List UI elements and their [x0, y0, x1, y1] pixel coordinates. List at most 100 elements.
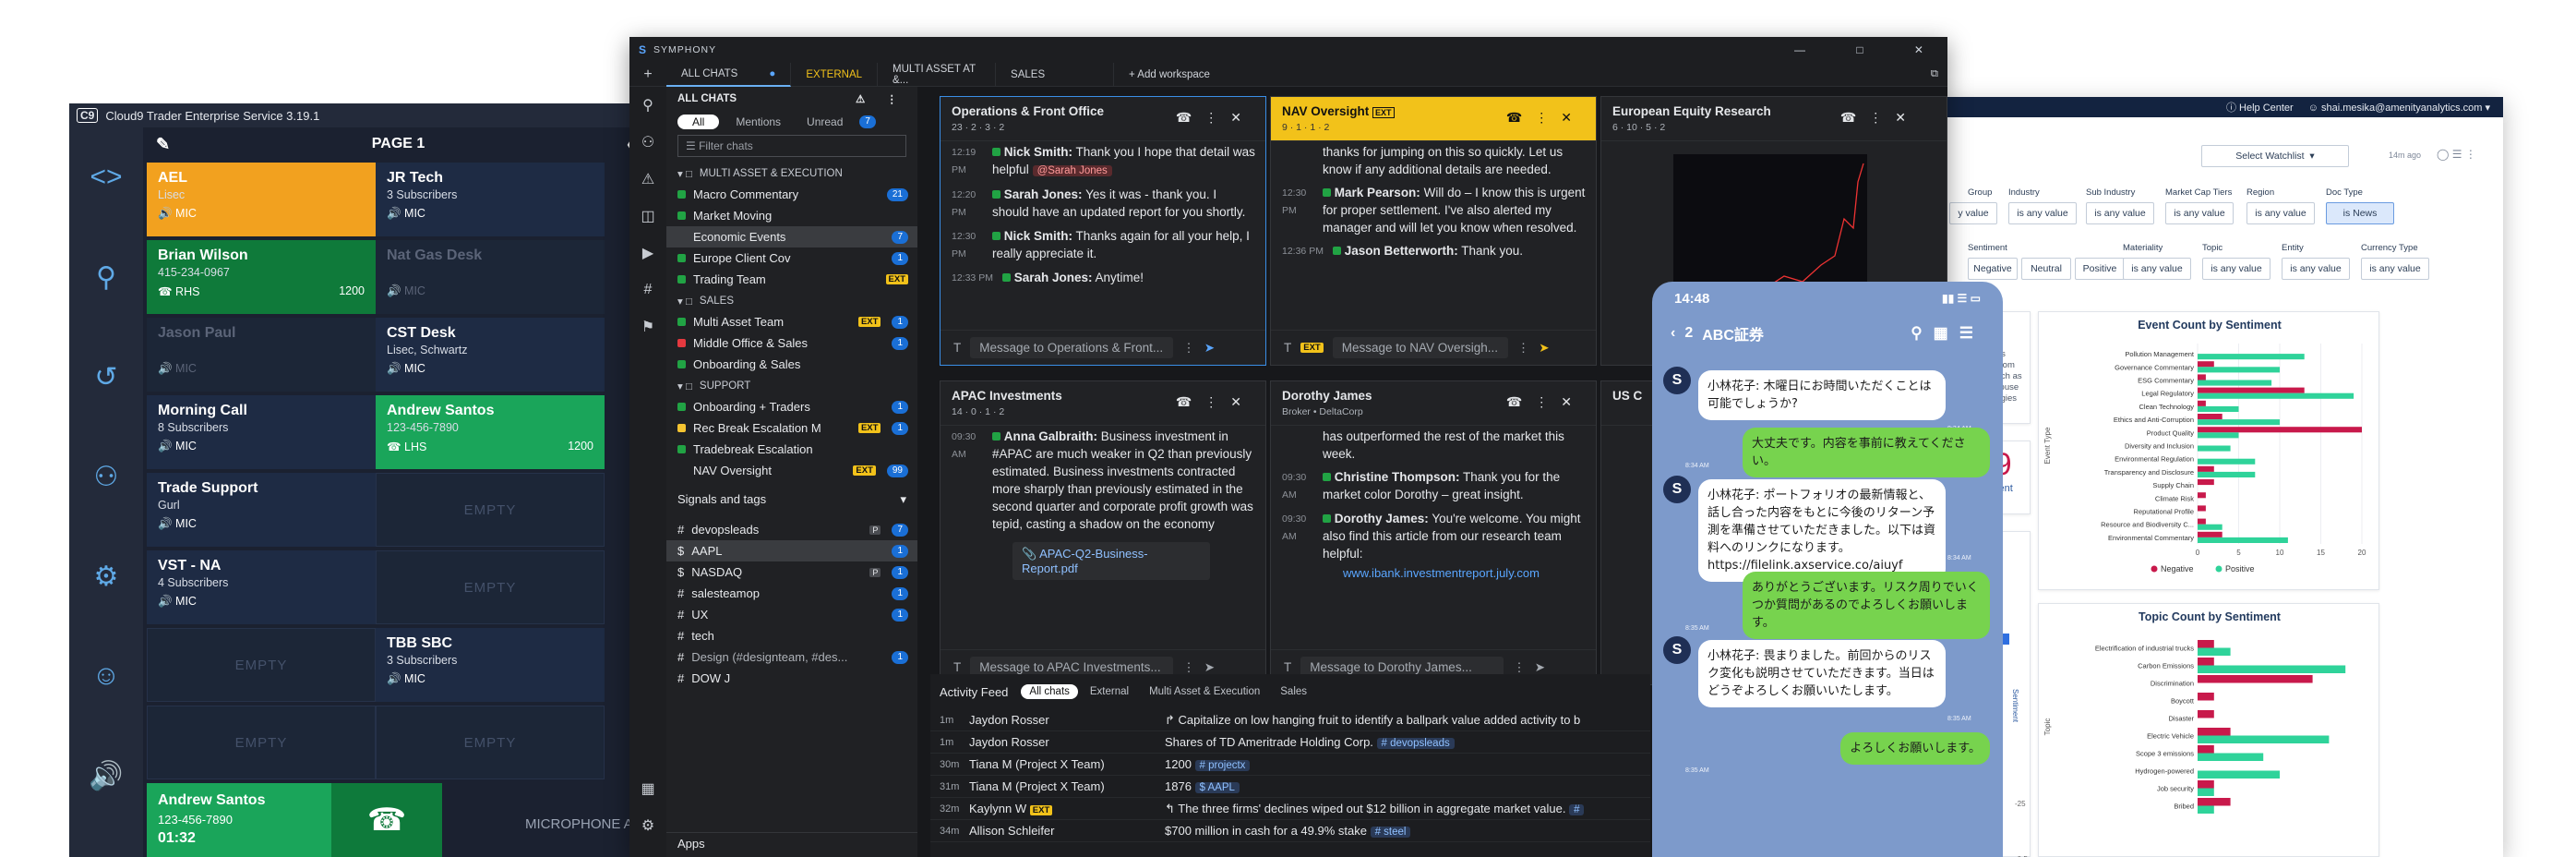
- filter-value[interactable]: is any value: [2282, 258, 2350, 280]
- pane-controls-icon[interactable]: ☎⋮✕: [1506, 110, 1585, 126]
- filter-value[interactable]: is any value: [2361, 258, 2429, 280]
- feed-row[interactable]: 1m Jaydon Rosser ↱ Capitalize on low hangi…: [930, 709, 1650, 731]
- apps-grid-icon[interactable]: ▦: [629, 770, 666, 807]
- filter-value[interactable]: is any value: [2247, 202, 2315, 224]
- more-icon[interactable]: ⋮: [1182, 660, 1195, 675]
- hashtag-icon[interactable]: #: [629, 272, 666, 308]
- sentiment-option[interactable]: Positive: [2075, 258, 2125, 280]
- feed-tab[interactable]: All chats: [1021, 684, 1078, 699]
- workspace-tab-all[interactable]: ALL CHATS ●: [666, 62, 792, 87]
- send-icon[interactable]: ➤: [1204, 341, 1215, 356]
- chat-list-item[interactable]: Market Moving: [666, 205, 917, 226]
- edit-icon[interactable]: ✎: [156, 135, 170, 154]
- watchlist-select[interactable]: Select Watchlist ▾: [2201, 145, 2349, 167]
- filter-mentions[interactable]: Mentions: [726, 115, 790, 129]
- user-add-icon[interactable]: ☺: [69, 626, 143, 726]
- user-menu[interactable]: ☺ shai.mesika@amenityanalytics.com ▾: [2308, 102, 2490, 114]
- more-icon[interactable]: ⋮: [1182, 341, 1195, 356]
- chat-list-item[interactable]: Macro Commentary 21: [666, 184, 917, 205]
- format-text-icon[interactable]: T: [1284, 660, 1291, 674]
- signal-item[interactable]: # DOW J: [666, 668, 917, 689]
- speaker-icon[interactable]: 🔊: [69, 726, 143, 826]
- pane-controls-icon[interactable]: ☎⋮✕: [1840, 110, 1919, 126]
- filter-unread[interactable]: Unread: [797, 115, 852, 129]
- gear-icon[interactable]: ⚙: [69, 526, 143, 626]
- chat-list-item[interactable]: Europe Client Cov 1: [666, 247, 917, 269]
- bookmark-icon[interactable]: ⚑: [629, 308, 666, 345]
- empty-slot[interactable]: EMPTY: [376, 473, 605, 547]
- signal-item[interactable]: # salesteamop 1: [666, 583, 917, 604]
- filter-value[interactable]: is any value: [2123, 258, 2191, 280]
- chat-list-item[interactable]: NAV Oversight EXT 99: [666, 460, 917, 481]
- feed-tab[interactable]: External: [1082, 684, 1137, 699]
- search-icon[interactable]: ⚲: [69, 227, 143, 327]
- chat-list-item[interactable]: Onboarding + Traders 1: [666, 396, 917, 417]
- send-icon[interactable]: ➤: [1539, 341, 1549, 356]
- filter-value[interactable]: is News: [2326, 202, 2394, 224]
- active-call-panel[interactable]: Andrew Santos 123-456-7890 01:32: [147, 783, 331, 857]
- back-chevron-icon[interactable]: ‹: [1671, 325, 1675, 342]
- signal-item[interactable]: # devopsleads P 7: [666, 519, 917, 540]
- code-nav-icon[interactable]: <>: [69, 127, 143, 227]
- workspace-tab-sales[interactable]: SALES: [996, 62, 1115, 87]
- sidebar-bell-more-icon[interactable]: ⚠ ⋮: [856, 92, 906, 105]
- article-link[interactable]: www.ibank.investmentreport.july.com: [1343, 566, 1596, 580]
- chat-list-item[interactable]: Multi Asset Team EXT 1: [666, 311, 917, 332]
- sidebar-section-header[interactable]: ▾ □ SUPPORT: [666, 375, 917, 396]
- signal-item[interactable]: # Design (#designteam, #des... 1: [666, 646, 917, 668]
- feed-row[interactable]: 32m Kaylynn W EXT ↰ The three firms' decli…: [930, 798, 1650, 820]
- sentiment-option[interactable]: Neutral: [2021, 258, 2071, 280]
- workspace-tab-multiasset[interactable]: MULTI ASSET AT &...: [878, 62, 997, 87]
- filter-value[interactable]: is any value: [2165, 202, 2234, 224]
- mention-tag[interactable]: @Sarah Jones: [1032, 165, 1112, 176]
- empty-slot[interactable]: EMPTY: [147, 628, 376, 702]
- settings-icon[interactable]: ⚙: [629, 807, 666, 844]
- signals-header[interactable]: Signals and tags ▾: [666, 489, 917, 510]
- feed-tab[interactable]: Multi Asset & Execution: [1141, 684, 1268, 699]
- bell-icon[interactable]: ⚠: [629, 161, 666, 198]
- sidebar-section-header[interactable]: ▾ □ MULTI ASSET & EXECUTION: [666, 163, 917, 184]
- signal-item[interactable]: # tech: [666, 625, 917, 646]
- filter-value[interactable]: is any value: [2008, 202, 2077, 224]
- line-tile[interactable]: JR Tech 3 Subscribers 🔊 MIC: [376, 163, 605, 236]
- more-icon[interactable]: ⋮: [1513, 660, 1526, 675]
- line-tile[interactable]: VST - NA 4 Subscribers 🔊 MIC: [147, 550, 376, 624]
- line-tile[interactable]: Jason Paul 🔊 MIC: [147, 318, 376, 392]
- chat-list-item[interactable]: Rec Break Escalation M EXT 1: [666, 417, 917, 439]
- pane-controls-icon[interactable]: ☎⋮✕: [1506, 394, 1585, 410]
- window-controls-icon[interactable]: — □ ✕: [1794, 43, 1947, 56]
- signal-item[interactable]: # UX 1: [666, 604, 917, 625]
- phone-header-icons[interactable]: ⚲▦☰: [1911, 324, 1984, 343]
- feed-row[interactable]: 30m Tiana M (Project X Team) 1200 # projec…: [930, 754, 1650, 776]
- file-attachment[interactable]: 📎 APAC-Q2-Business-Report.pdf: [1012, 542, 1210, 580]
- chat-list-item[interactable]: Onboarding & Sales: [666, 354, 917, 375]
- send-icon[interactable]: ➤: [1204, 660, 1215, 675]
- empty-slot[interactable]: EMPTY: [376, 550, 605, 624]
- feed-tag[interactable]: $ AAPL: [1194, 782, 1240, 793]
- line-tile[interactable]: CST Desk Lisec, Schwartz 🔊 MIC: [376, 318, 605, 392]
- chat-list-item[interactable]: Trading Team EXT: [666, 269, 917, 290]
- line-tile[interactable]: Nat Gas Desk 🔊 MIC: [376, 240, 605, 314]
- feed-row[interactable]: 31m Tiana M (Project X Team) 1876 $ AAPL: [930, 776, 1650, 798]
- line-tile[interactable]: Brian Wilson 415-234-0967 ☎ RHS 1200: [147, 240, 376, 314]
- message-input[interactable]: T EXT Message to NAV Oversigh... ⋮ ➤: [1271, 330, 1596, 365]
- line-tile[interactable]: Trade Support Gurl 🔊 MIC: [147, 473, 376, 547]
- pane-controls-icon[interactable]: ☎⋮✕: [1176, 394, 1254, 410]
- popout-icon[interactable]: ⧉: [1931, 68, 1938, 80]
- feed-tag[interactable]: # devopsleads: [1376, 738, 1455, 749]
- send-icon[interactable]: ➤: [1535, 660, 1545, 675]
- format-text-icon[interactable]: T: [1284, 341, 1291, 355]
- pane-controls-icon[interactable]: ☎⋮✕: [1176, 110, 1254, 126]
- signal-item[interactable]: $ NASDAQ P 1: [666, 561, 917, 583]
- users-icon[interactable]: ⚇: [69, 427, 143, 526]
- line-tile[interactable]: Andrew Santos 123-456-7890 ☎ LHS 1200: [376, 395, 605, 469]
- workspace-tab-external[interactable]: EXTERNAL: [791, 62, 879, 87]
- new-chat-icon[interactable]: +: [629, 66, 666, 83]
- filter-all[interactable]: All: [677, 115, 720, 129]
- feed-row[interactable]: 34m Allison Schleifer $700 million in cash…: [930, 820, 1650, 842]
- feed-row[interactable]: 1m Jaydon Rosser Shares of TD Ameritrade H…: [930, 731, 1650, 754]
- signal-item[interactable]: $ AAPL 1: [666, 540, 917, 561]
- apps-section[interactable]: Apps: [666, 832, 917, 853]
- chat-icon[interactable]: ◫: [629, 198, 666, 235]
- feed-tag[interactable]: #: [1569, 803, 1585, 815]
